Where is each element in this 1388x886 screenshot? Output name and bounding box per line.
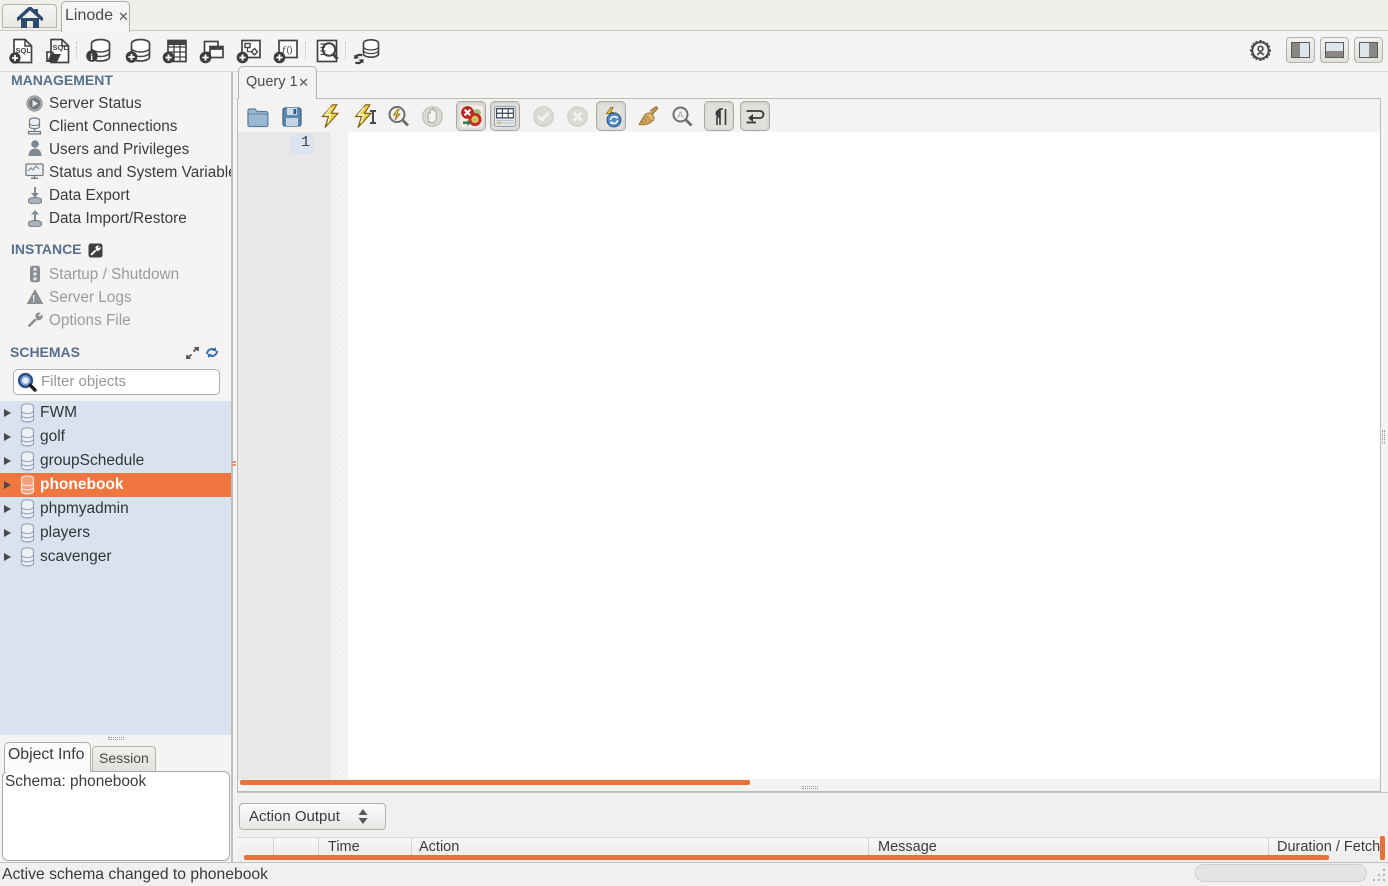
svg-text:A: A xyxy=(678,110,684,120)
svg-text:SQL: SQL xyxy=(53,43,69,52)
svg-text:!: ! xyxy=(32,294,35,305)
svg-text:(): () xyxy=(287,45,293,55)
